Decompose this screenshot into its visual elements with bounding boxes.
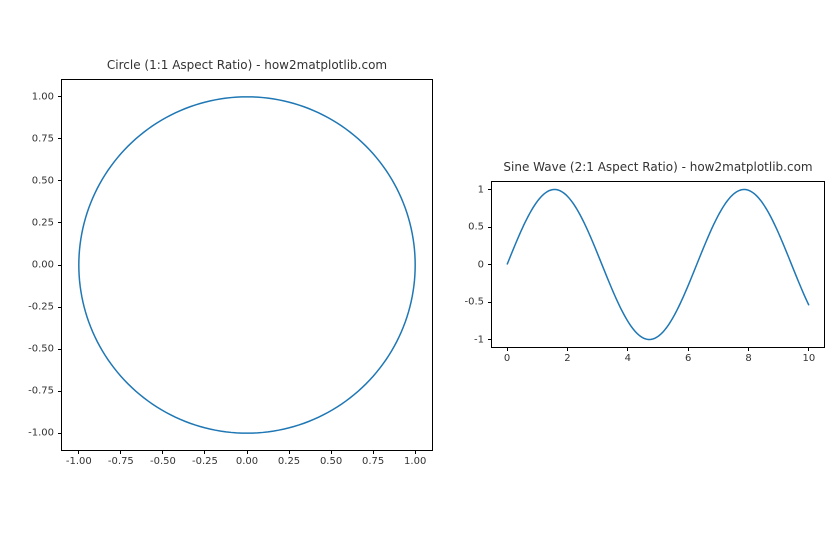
tickmark-x [627,347,628,351]
plot-area-sine [492,182,824,347]
tickmark-y [58,180,62,181]
tick-label-x: 0.75 [362,456,384,467]
axes-circle: Circle (1:1 Aspect Ratio) - how2matplotl… [61,79,433,451]
tick-label-x: 10 [803,353,816,364]
tick-label-y: 0.5 [468,222,484,233]
figure: Circle (1:1 Aspect Ratio) - how2matplotl… [0,0,840,560]
tickmark-y [58,222,62,223]
tick-label-y: -1.00 [28,428,54,439]
tickmark-x [567,347,568,351]
tickmark-x [507,347,508,351]
tick-label-y: 0.50 [32,175,54,186]
tick-label-y: -1 [474,334,484,345]
tick-label-x: 0.25 [278,456,300,467]
tick-label-y: 0.00 [32,260,54,271]
tickmark-x [162,450,163,454]
tick-label-y: 0.75 [32,133,54,144]
tickmark-y [488,339,492,340]
tick-label-y: -0.75 [28,386,54,397]
tickmark-x [331,450,332,454]
tick-label-x: 0 [504,353,510,364]
tick-label-x: 0.00 [236,456,258,467]
series-line [507,190,809,340]
tick-label-y: -0.5 [464,297,484,308]
tickmark-x [688,347,689,351]
tickmark-y [58,349,62,350]
tickmark-x [373,450,374,454]
tickmark-y [58,138,62,139]
tickmark-x [415,450,416,454]
tick-label-y: 0 [478,259,484,270]
tick-label-y: -0.25 [28,302,54,313]
tick-label-y: 1.00 [32,91,54,102]
tick-label-y: -0.50 [28,344,54,355]
tickmark-y [58,391,62,392]
tickmark-x [78,450,79,454]
axes-sine: Sine Wave (2:1 Aspect Ratio) - how2matpl… [491,181,825,348]
tick-label-x: 6 [685,353,691,364]
tickmark-x [748,347,749,351]
tickmark-y [58,307,62,308]
tickmark-x [808,347,809,351]
tickmark-y [488,302,492,303]
tickmark-y [488,227,492,228]
tickmark-y [58,96,62,97]
tick-label-x: -0.50 [150,456,176,467]
tick-label-x: 8 [745,353,751,364]
series-line [79,97,415,433]
tick-label-x: -0.25 [192,456,218,467]
tick-label-x: 1.00 [404,456,426,467]
plot-area-circle [62,80,432,450]
tickmark-y [488,189,492,190]
tick-label-x: -0.75 [108,456,134,467]
tickmark-y [58,433,62,434]
tickmark-x [120,450,121,454]
tick-label-y: 1 [478,184,484,195]
tick-label-x: 4 [625,353,631,364]
tick-label-x: -1.00 [66,456,92,467]
chart-title-circle: Circle (1:1 Aspect Ratio) - how2matplotl… [62,58,432,72]
tickmark-y [488,264,492,265]
tickmark-y [58,265,62,266]
tick-label-x: 2 [564,353,570,364]
tick-label-x: 0.50 [320,456,342,467]
chart-title-sine: Sine Wave (2:1 Aspect Ratio) - how2matpl… [492,160,824,174]
tickmark-x [204,450,205,454]
tick-label-y: 0.25 [32,217,54,228]
tickmark-x [247,450,248,454]
tickmark-x [289,450,290,454]
